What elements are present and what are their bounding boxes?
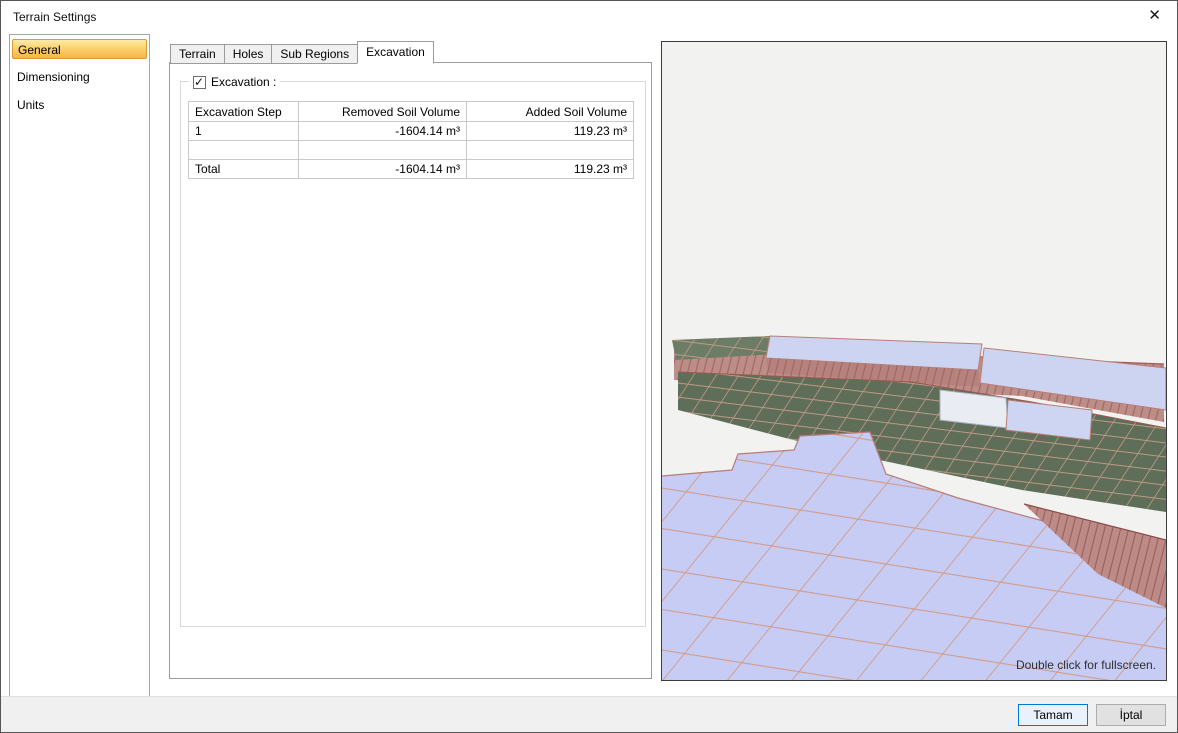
tab-strip: TerrainHolesSub RegionsExcavation [170, 44, 433, 64]
titlebar: Terrain Settings ✕ [1, 1, 1177, 33]
terrain-3d-render [662, 42, 1166, 680]
tab-panel: Excavation : Excavation StepRemoved Soil… [169, 62, 652, 679]
sidebar-item-general[interactable]: General [12, 39, 147, 59]
fullscreen-hint: Double click for fullscreen. [1016, 658, 1156, 672]
close-icon[interactable]: ✕ [1148, 8, 1161, 24]
table-cell: -1604.14 m³ [299, 160, 467, 179]
column-header[interactable]: Added Soil Volume [467, 102, 634, 122]
table-row: Total-1604.14 m³119.23 m³ [189, 160, 634, 179]
terrain-settings-dialog: Terrain Settings ✕ General Dimensioning Un… [0, 0, 1178, 733]
window-title: Terrain Settings [13, 10, 96, 24]
ok-button[interactable]: Tamam [1018, 704, 1088, 726]
column-header[interactable]: Excavation Step [189, 102, 299, 122]
tab-excavation[interactable]: Excavation [357, 41, 434, 64]
excavation-table-body: 1-1604.14 m³119.23 m³ Total-1604.14 m³11… [189, 122, 634, 179]
table-row [189, 141, 634, 160]
column-header[interactable]: Removed Soil Volume [299, 102, 467, 122]
excavation-table: Excavation StepRemoved Soil VolumeAdded … [188, 101, 634, 179]
excavation-checkbox[interactable] [193, 76, 206, 89]
cancel-button[interactable]: İptal [1096, 704, 1166, 726]
sidebar-list: General Dimensioning Units [9, 34, 150, 698]
table-cell: -1604.14 m³ [299, 122, 467, 141]
table-cell: 119.23 m³ [467, 160, 634, 179]
table-cell: 119.23 m³ [467, 122, 634, 141]
tab-sub-regions[interactable]: Sub Regions [271, 44, 358, 64]
sidebar-item-dimensioning[interactable]: Dimensioning [12, 67, 147, 87]
sidebar-item-units[interactable]: Units [12, 95, 147, 115]
table-cell [189, 141, 299, 160]
table-cell [467, 141, 634, 160]
footer-bar: Tamam İptal [1, 696, 1177, 732]
tab-holes[interactable]: Holes [224, 44, 273, 64]
preview-3d-viewport[interactable]: Double click for fullscreen. [661, 41, 1167, 681]
tab-terrain[interactable]: Terrain [170, 44, 225, 64]
excavation-group-label: Excavation : [189, 74, 280, 90]
table-cell [299, 141, 467, 160]
excavation-groupbox: Excavation : Excavation StepRemoved Soil… [180, 81, 646, 627]
table-row: 1-1604.14 m³119.23 m³ [189, 122, 634, 141]
excavation-table-header-row: Excavation StepRemoved Soil VolumeAdded … [189, 102, 634, 122]
excavation-label: Excavation : [211, 75, 276, 89]
table-cell: Total [189, 160, 299, 179]
table-cell: 1 [189, 122, 299, 141]
